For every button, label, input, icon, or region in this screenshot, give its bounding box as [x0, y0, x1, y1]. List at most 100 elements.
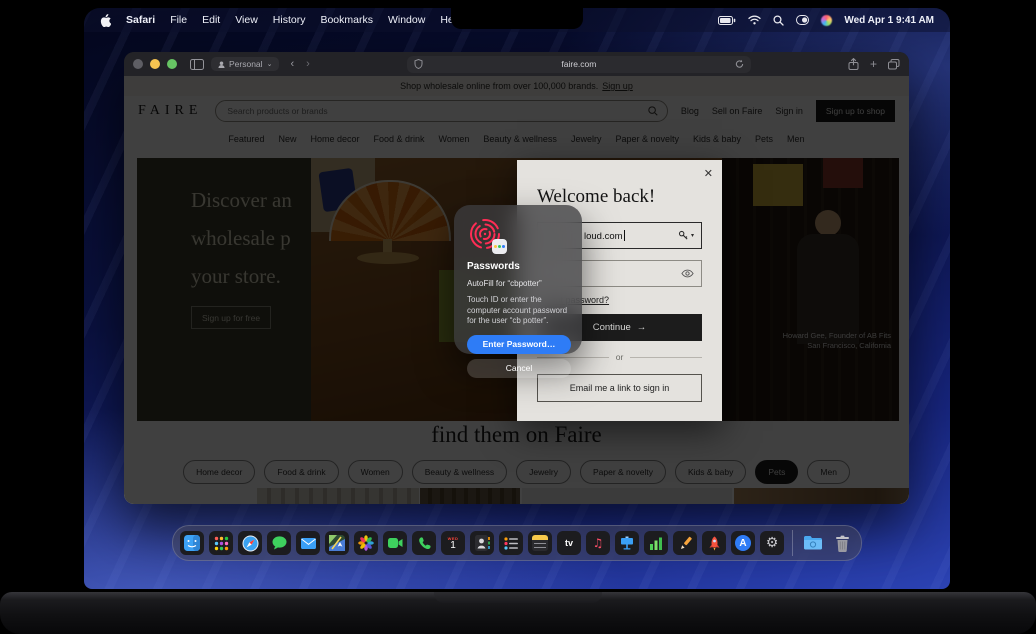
share-icon[interactable] — [848, 58, 859, 70]
safari-compass-glyph — [242, 535, 258, 551]
keynote-podium-glyph — [621, 536, 633, 550]
messages-bubble-glyph — [272, 536, 286, 550]
touchid-fingerprint-icon — [467, 216, 507, 254]
trash-icon[interactable] — [830, 531, 854, 555]
reload-icon[interactable] — [735, 59, 744, 69]
show-password-eye-icon[interactable] — [681, 269, 694, 278]
reminders-app-icon[interactable] — [499, 531, 523, 555]
calendar-glyph: WED 1 — [447, 535, 459, 551]
menubar-clock[interactable]: Wed Apr 1 9:41 AM — [844, 15, 934, 26]
cancel-button[interactable]: Cancel — [467, 358, 571, 378]
window-zoom-button[interactable] — [167, 59, 177, 69]
display-notch — [451, 8, 583, 29]
new-tab-icon[interactable]: + — [870, 58, 877, 70]
launchpad-app-icon[interactable] — [209, 531, 233, 555]
menubar-item-file[interactable]: File — [170, 14, 187, 26]
text-caret — [623, 229, 625, 241]
tv-glyph: tv — [564, 538, 573, 548]
macbook-base — [0, 592, 1036, 634]
privacy-shield-icon — [414, 59, 423, 69]
rocket-glyph — [709, 536, 719, 551]
profile-label: Personal — [229, 59, 263, 69]
calendar-app-icon[interactable]: WED 1 — [441, 531, 465, 555]
gear-icon: ⚙ — [765, 535, 779, 551]
maps-app-icon[interactable] — [325, 531, 349, 555]
messages-app-icon[interactable] — [267, 531, 291, 555]
pages-app-icon[interactable] — [673, 531, 697, 555]
back-button[interactable]: ‹ — [290, 58, 294, 70]
lid-opening-notch — [434, 592, 602, 603]
photos-pinwheel-glyph — [358, 535, 374, 551]
contacts-app-icon[interactable] — [470, 531, 494, 555]
tab-overview-icon[interactable] — [887, 58, 900, 70]
passwords-app-badge — [492, 239, 507, 254]
photos-app-icon[interactable] — [354, 531, 378, 555]
tv-app-icon[interactable]: tv — [557, 531, 581, 555]
mail-app-icon[interactable] — [296, 531, 320, 555]
numbers-app-icon[interactable] — [644, 531, 668, 555]
wifi-icon[interactable] — [748, 15, 761, 25]
email-value: loud.com — [584, 230, 623, 242]
keynote-app-icon[interactable] — [615, 531, 639, 555]
phone-app-icon[interactable] — [412, 531, 436, 555]
maps-glyph — [329, 535, 345, 551]
downloads-folder-icon[interactable] — [801, 531, 825, 555]
trash-bin-glyph — [835, 535, 849, 552]
menubar-item-history[interactable]: History — [273, 14, 306, 26]
rocket-app-icon[interactable] — [702, 531, 726, 555]
dock: WED 1 tv ♫ A ⚙ — [172, 525, 862, 561]
or-label: or — [615, 352, 624, 362]
pages-pen-glyph — [681, 536, 692, 549]
email-link-signin-button[interactable]: Email me a link to sign in — [537, 374, 702, 402]
profile-switcher[interactable]: Personal ⌄ — [211, 57, 280, 71]
contacts-glyph — [475, 535, 490, 551]
menubar-item-view[interactable]: View — [235, 14, 258, 26]
touchid-autofill-dialog: Passwords AutoFill for “cbpotter” Touch … — [454, 205, 582, 378]
safari-toolbar: Personal ⌄ ‹ › faire.com + — [124, 52, 909, 76]
menubar-app-name[interactable]: Safari — [126, 14, 155, 26]
dialog-autofill-line: AutoFill for “cbpotter” — [467, 279, 542, 288]
address-bar[interactable]: faire.com — [406, 55, 751, 73]
menubar-item-window[interactable]: Window — [388, 14, 425, 26]
spotlight-search-icon[interactable] — [773, 14, 784, 26]
dock-divider — [792, 530, 793, 556]
apple-menu-icon[interactable] — [100, 13, 111, 27]
safari-app-icon[interactable] — [238, 531, 262, 555]
finder-glyph — [184, 535, 200, 551]
window-minimize-button[interactable] — [150, 59, 160, 69]
url-text: faire.com — [561, 59, 597, 69]
music-app-icon[interactable]: ♫ — [586, 531, 610, 555]
reminders-glyph — [503, 536, 518, 550]
control-center-icon[interactable] — [796, 15, 810, 25]
battery-icon[interactable] — [718, 15, 736, 25]
siri-intelligence-icon[interactable] — [821, 14, 833, 26]
facetime-camera-glyph — [387, 538, 402, 548]
sidebar-toggle-icon[interactable] — [190, 58, 204, 70]
apple-logo-glyph — [100, 13, 111, 27]
modal-close-icon[interactable]: ✕ — [704, 167, 713, 180]
profile-person-icon — [218, 60, 225, 68]
app-store-app-icon[interactable]: A — [731, 531, 755, 555]
system-settings-app-icon[interactable]: ⚙ — [760, 531, 784, 555]
app-store-glyph: A — [735, 535, 751, 551]
numbers-bars-glyph — [650, 537, 662, 550]
passwords-key-icon[interactable] — [678, 230, 689, 241]
dialog-body-text: Touch ID or enter the computer account p… — [467, 295, 568, 325]
forward-button[interactable]: › — [306, 58, 310, 70]
notes-glyph — [532, 535, 548, 551]
folder-glyph — [804, 536, 822, 550]
chevron-down-icon: ▾ — [690, 233, 694, 239]
window-close-button[interactable] — [133, 59, 143, 69]
notes-app-icon[interactable] — [528, 531, 552, 555]
facetime-app-icon[interactable] — [383, 531, 407, 555]
phone-handset-glyph — [418, 536, 431, 549]
finder-app-icon[interactable] — [180, 531, 204, 555]
music-note-glyph: ♫ — [592, 536, 604, 550]
menubar-item-bookmarks[interactable]: Bookmarks — [320, 14, 373, 26]
enter-password-button[interactable]: Enter Password… — [467, 334, 571, 354]
continue-label: Continue — [592, 322, 631, 333]
dialog-app-name: Passwords — [467, 261, 520, 272]
menubar-item-edit[interactable]: Edit — [202, 14, 220, 26]
macbook-screen: Safari File Edit View History Bookmarks … — [84, 8, 950, 589]
mail-envelope-glyph — [300, 537, 316, 549]
